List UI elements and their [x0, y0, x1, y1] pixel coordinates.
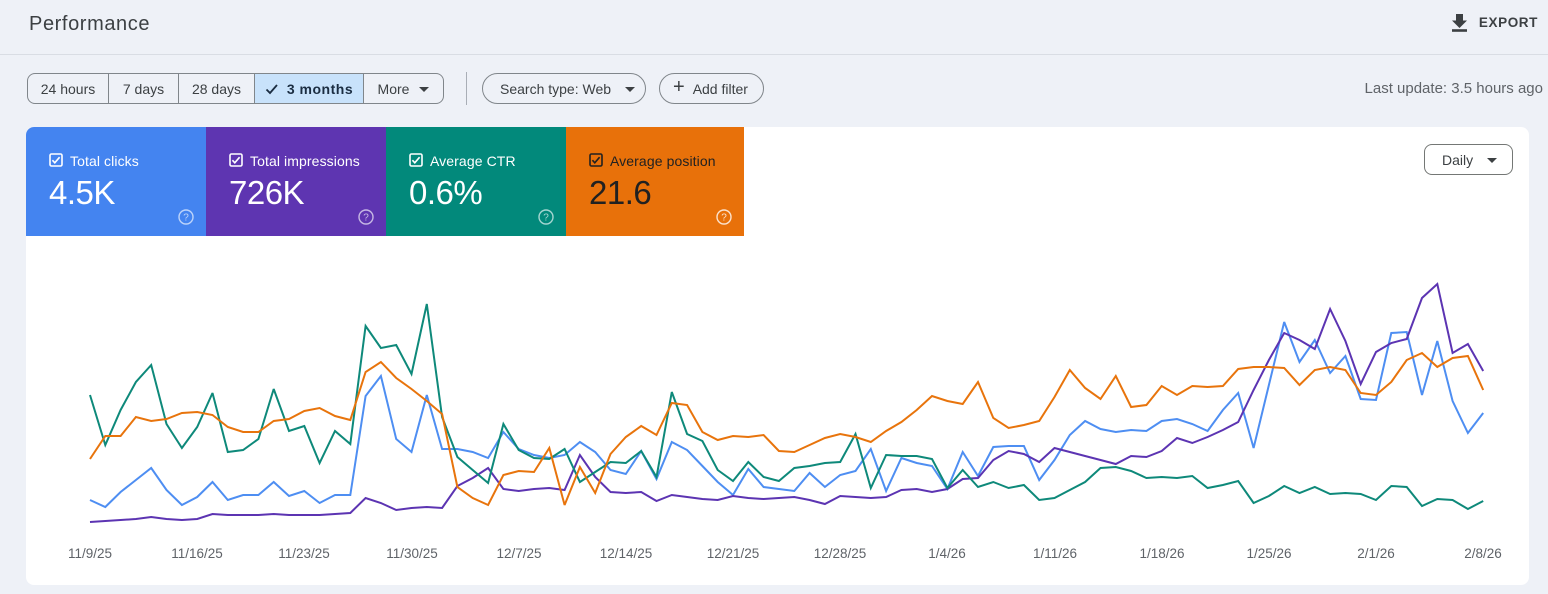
- svg-text:?: ?: [363, 213, 369, 224]
- svg-text:?: ?: [721, 213, 727, 224]
- svg-text:?: ?: [183, 213, 189, 224]
- svg-text:?: ?: [543, 213, 549, 224]
